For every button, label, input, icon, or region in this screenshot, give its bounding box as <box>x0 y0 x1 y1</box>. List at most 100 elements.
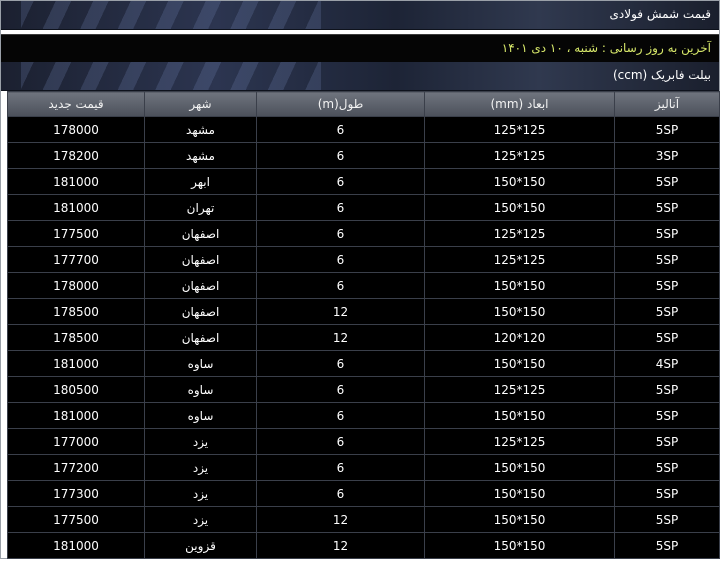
price-cell: 177300 <box>7 480 145 507</box>
dimensions-cell: 150*150 <box>424 506 615 533</box>
dimensions-cell: 150*150 <box>424 454 615 481</box>
price-cell: 177700 <box>7 246 145 273</box>
dimensions-cell: 150*150 <box>424 532 615 559</box>
table-row: 5SP 125*125 6 یزد 177000 <box>7 428 720 455</box>
dimensions-cell: 150*150 <box>424 168 615 195</box>
price-cell: 181000 <box>7 532 145 559</box>
city-cell: اصفهان <box>144 324 257 351</box>
price-cell: 177500 <box>7 220 145 247</box>
table-row: 5SP 150*150 6 یزد 177300 <box>7 480 720 507</box>
length-cell: 6 <box>256 350 425 377</box>
analysis-cell: 5SP <box>614 402 720 429</box>
city-cell: یزد <box>144 506 257 533</box>
analysis-cell: 5SP <box>614 376 720 403</box>
dimensions-cell: 150*150 <box>424 480 615 507</box>
price-panel: قیمت شمش فولادی آخرین به روز رسانی : شنب… <box>0 0 720 559</box>
table-row: 5SP 150*150 6 یزد 177200 <box>7 454 720 481</box>
city-cell: ساوه <box>144 350 257 377</box>
length-cell: 6 <box>256 428 425 455</box>
section-banner: بیلت فابریک (ccm) <box>1 62 719 91</box>
analysis-cell: 5SP <box>614 220 720 247</box>
price-cell: 178500 <box>7 298 145 325</box>
dimensions-cell: 120*120 <box>424 324 615 351</box>
price-cell: 178500 <box>7 324 145 351</box>
price-cell: 180500 <box>7 376 145 403</box>
city-cell: یزد <box>144 480 257 507</box>
table-row: 4SP 150*150 6 ساوه 181000 <box>7 350 720 377</box>
analysis-cell: 5SP <box>614 532 720 559</box>
analysis-cell: 5SP <box>614 324 720 351</box>
table-row: 5SP 150*150 12 اصفهان 178500 <box>7 298 720 325</box>
analysis-cell: 5SP <box>614 480 720 507</box>
analysis-cell: 4SP <box>614 350 720 377</box>
city-cell: قزوین <box>144 532 257 559</box>
page-title: قیمت شمش فولادی <box>609 7 711 21</box>
price-table: آنالیز ابعاد (mm) طول(m) شهر قیمت جدید 5… <box>7 91 720 559</box>
analysis-cell: 5SP <box>614 454 720 481</box>
price-cell: 181000 <box>7 350 145 377</box>
price-cell: 178000 <box>7 116 145 143</box>
price-cell: 181000 <box>7 168 145 195</box>
price-cell: 181000 <box>7 194 145 221</box>
price-cell: 178200 <box>7 142 145 169</box>
length-cell: 6 <box>256 376 425 403</box>
table-row: 5SP 150*150 12 یزد 177500 <box>7 506 720 533</box>
title-banner: قیمت شمش فولادی <box>1 1 719 30</box>
length-cell: 12 <box>256 298 425 325</box>
analysis-cell: 5SP <box>614 116 720 143</box>
analysis-cell: 5SP <box>614 298 720 325</box>
length-cell: 6 <box>256 454 425 481</box>
column-header-city: شهر <box>144 91 257 117</box>
length-cell: 6 <box>256 220 425 247</box>
price-cell: 181000 <box>7 402 145 429</box>
city-cell: مشهد <box>144 116 257 143</box>
length-cell: 6 <box>256 272 425 299</box>
length-cell: 6 <box>256 480 425 507</box>
dimensions-cell: 150*150 <box>424 194 615 221</box>
column-header-new-price: قیمت جدید <box>7 91 145 117</box>
length-cell: 6 <box>256 402 425 429</box>
city-cell: یزد <box>144 454 257 481</box>
table-row: 5SP 120*120 12 اصفهان 178500 <box>7 324 720 351</box>
table-row: 5SP 125*125 6 ساوه 180500 <box>7 376 720 403</box>
dimensions-cell: 125*125 <box>424 428 615 455</box>
table-row: 5SP 125*125 6 مشهد 178000 <box>7 116 720 143</box>
dimensions-cell: 125*125 <box>424 220 615 247</box>
length-cell: 12 <box>256 324 425 351</box>
table-row: 3SP 125*125 6 مشهد 178200 <box>7 142 720 169</box>
table-row: 5SP 150*150 6 ساوه 181000 <box>7 402 720 429</box>
city-cell: تهران <box>144 194 257 221</box>
length-cell: 6 <box>256 246 425 273</box>
table-body: 5SP 125*125 6 مشهد 178000 3SP 125*125 6 مشهد 1782… <box>7 116 720 559</box>
last-update-bar: آخرین به روز رسانی : شنبه ، ۱۰ دی ۱۴۰۱ <box>1 34 719 63</box>
city-cell: اصفهان <box>144 272 257 299</box>
city-cell: ساوه <box>144 376 257 403</box>
analysis-cell: 5SP <box>614 506 720 533</box>
length-cell: 6 <box>256 116 425 143</box>
length-cell: 6 <box>256 168 425 195</box>
table-row: 5SP 150*150 6 ابهر 181000 <box>7 168 720 195</box>
analysis-cell: 5SP <box>614 246 720 273</box>
table-row: 5SP 150*150 12 قزوین 181000 <box>7 532 720 559</box>
dimensions-cell: 125*125 <box>424 142 615 169</box>
dimensions-cell: 125*125 <box>424 116 615 143</box>
length-cell: 6 <box>256 142 425 169</box>
dimensions-cell: 125*125 <box>424 246 615 273</box>
city-cell: اصفهان <box>144 246 257 273</box>
dimensions-cell: 150*150 <box>424 350 615 377</box>
city-cell: اصفهان <box>144 220 257 247</box>
column-header-analysis: آنالیز <box>614 91 720 117</box>
analysis-cell: 3SP <box>614 142 720 169</box>
price-cell: 178000 <box>7 272 145 299</box>
length-cell: 12 <box>256 506 425 533</box>
analysis-cell: 5SP <box>614 272 720 299</box>
dimensions-cell: 150*150 <box>424 402 615 429</box>
city-cell: ابهر <box>144 168 257 195</box>
table-header-row: آنالیز ابعاد (mm) طول(m) شهر قیمت جدید <box>7 91 720 117</box>
price-cell: 177500 <box>7 506 145 533</box>
table-row: 5SP 150*150 6 تهران 181000 <box>7 194 720 221</box>
dimensions-cell: 150*150 <box>424 272 615 299</box>
last-update-text: آخرین به روز رسانی : شنبه ، ۱۰ دی ۱۴۰۱ <box>501 41 711 55</box>
length-cell: 12 <box>256 532 425 559</box>
analysis-cell: 5SP <box>614 428 720 455</box>
